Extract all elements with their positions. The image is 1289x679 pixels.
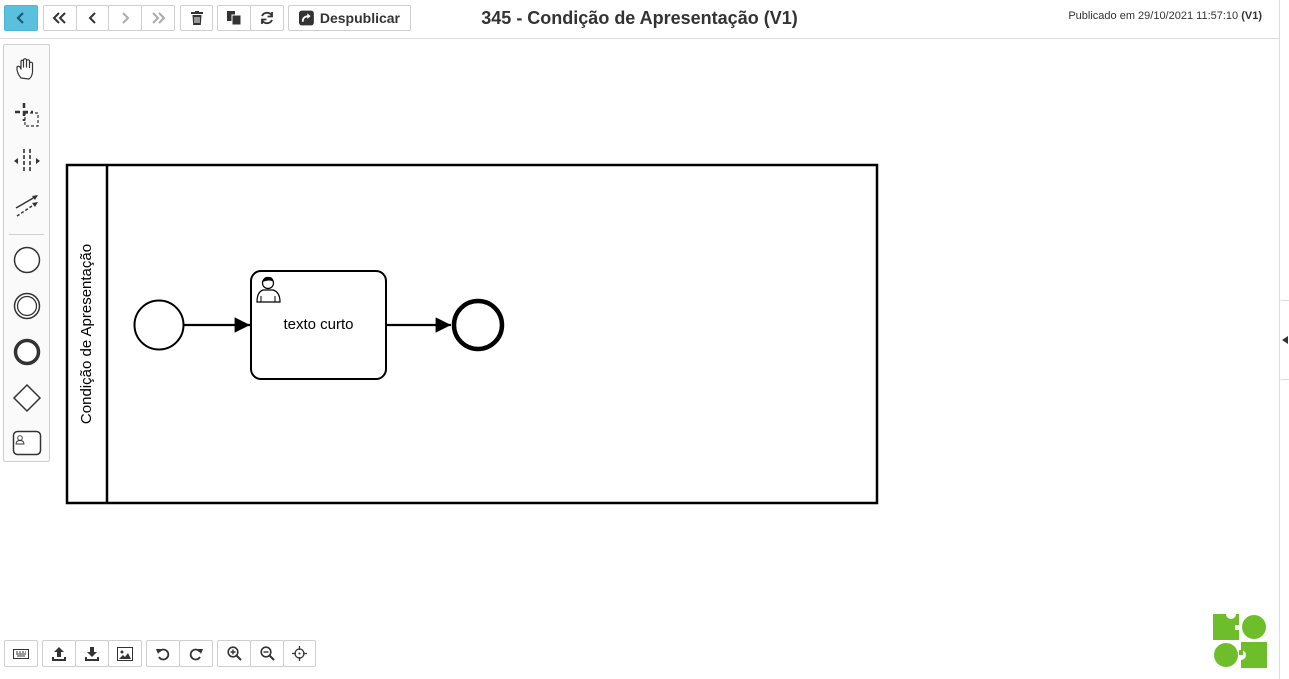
- redo-button[interactable]: [179, 640, 213, 667]
- pool-label: Condição de Apresentação: [78, 244, 95, 424]
- user-task-icon: [12, 430, 42, 456]
- zoom-in-button[interactable]: [217, 640, 251, 667]
- import-button[interactable]: [42, 640, 76, 667]
- panel-toggle-button[interactable]: [1281, 300, 1289, 380]
- space-tool[interactable]: [9, 143, 45, 179]
- space-icon: [14, 149, 40, 173]
- gateway-icon: [12, 383, 42, 413]
- diagram-canvas[interactable]: Condição de Apresentação texto curto: [0, 0, 1279, 679]
- task-label: texto curto: [283, 316, 353, 333]
- download-icon: [85, 646, 99, 661]
- image-icon: [117, 646, 133, 661]
- center-icon: [292, 646, 307, 661]
- intermediate-event-tool[interactable]: [9, 288, 45, 324]
- hand-icon: [16, 58, 34, 80]
- lasso-icon: [15, 103, 39, 127]
- lasso-tool[interactable]: [9, 97, 45, 133]
- user-task[interactable]: texto curto: [250, 270, 387, 380]
- zoom-in-icon: [226, 646, 242, 661]
- upload-icon: [52, 646, 66, 661]
- keyboard-icon: [13, 648, 29, 659]
- keyboard-shortcuts-button[interactable]: [4, 640, 38, 667]
- caret-left-icon: [1282, 336, 1288, 344]
- undo-button[interactable]: [146, 640, 180, 667]
- end-event-tool[interactable]: [9, 334, 45, 370]
- connect-icon: [15, 195, 38, 217]
- end-event-icon: [13, 338, 41, 366]
- zoom-out-button[interactable]: [250, 640, 284, 667]
- export-image-button[interactable]: [108, 640, 142, 667]
- connect-tool[interactable]: [9, 188, 45, 224]
- start-event[interactable]: [133, 299, 185, 351]
- tool-palette: [3, 44, 50, 462]
- start-event-tool[interactable]: [9, 242, 45, 278]
- undo-icon: [156, 648, 170, 660]
- palette-separator: [9, 234, 44, 235]
- redo-icon: [189, 648, 203, 660]
- hand-tool[interactable]: [9, 51, 45, 87]
- start-event-icon: [13, 246, 41, 274]
- user-task-tool[interactable]: [9, 425, 45, 461]
- center-view-button[interactable]: [283, 640, 316, 667]
- end-event[interactable]: [451, 298, 505, 352]
- brand-logo: [1213, 614, 1267, 668]
- gateway-tool[interactable]: [9, 380, 45, 416]
- export-button[interactable]: [75, 640, 109, 667]
- intermediate-event-icon: [13, 292, 41, 320]
- zoom-out-icon: [259, 646, 275, 661]
